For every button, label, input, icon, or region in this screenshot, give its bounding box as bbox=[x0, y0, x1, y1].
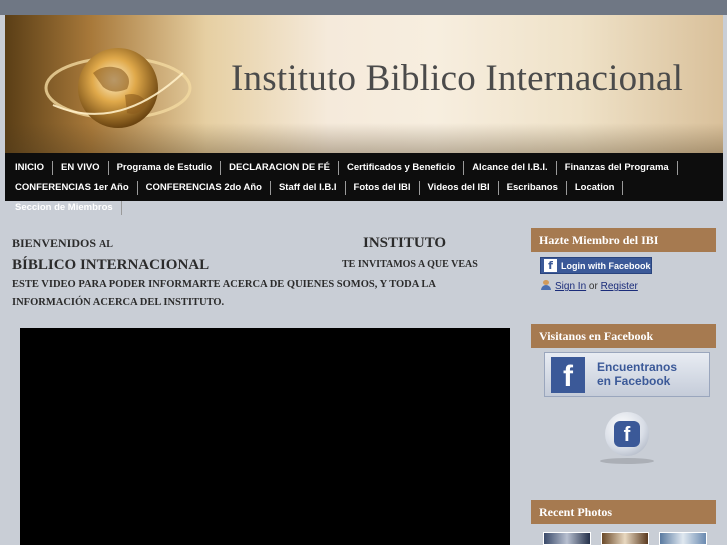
welcome-word-1: BIENVENIDOS bbox=[12, 236, 97, 250]
nav-item-certificados[interactable]: Certificados y Beneficio bbox=[343, 161, 465, 175]
member-heading: Hazte Miembro del IBI bbox=[531, 228, 716, 252]
recent-photo-thumbnail[interactable] bbox=[659, 532, 707, 545]
welcome-word-5: TE INVITAMOS A QUE VEAS bbox=[342, 259, 478, 270]
user-icon bbox=[541, 280, 551, 290]
welcome-word-3: INSTITUTO bbox=[363, 235, 447, 251]
welcome-line-7: INFORMACIÓN ACERCA DEL INSTITUTO. bbox=[12, 297, 225, 308]
recent-photo-thumbnail[interactable] bbox=[543, 532, 591, 545]
facebook-login-label: Login with Facebook bbox=[561, 261, 651, 271]
nav-item-conferencias-1er[interactable]: CONFERENCIAS 1er Año bbox=[11, 181, 138, 195]
nav-item-escribanos[interactable]: Escribanos bbox=[503, 181, 567, 195]
welcome-word-4: BÍBLICO INTERNACIONAL bbox=[12, 257, 210, 273]
sidebar-photos-section: Recent Photos bbox=[531, 500, 716, 524]
photos-heading: Recent Photos bbox=[531, 500, 716, 524]
facebook-login-button[interactable]: f Login with Facebook bbox=[540, 257, 652, 274]
nav-item-conferencias-2do[interactable]: CONFERENCIAS 2do Año bbox=[142, 181, 271, 195]
sidebar-member-section: Hazte Miembro del IBI bbox=[531, 228, 716, 252]
video-player[interactable] bbox=[20, 328, 510, 545]
facebook-banner-link[interactable]: f Encuentranos en Facebook bbox=[544, 352, 710, 397]
nav-item-staff[interactable]: Staff del I.B.I bbox=[275, 181, 346, 195]
facebook-icon: f bbox=[544, 259, 557, 272]
nav-item-location[interactable]: Location bbox=[571, 181, 624, 195]
facebook-round-icon: f bbox=[614, 421, 640, 447]
nav-item-fotos[interactable]: Fotos del IBI bbox=[350, 181, 420, 195]
site-title: Instituto Biblico Internacional bbox=[231, 58, 684, 99]
top-bar bbox=[0, 0, 727, 15]
welcome-line-6: ESTE VIDEO PARA PODER INFORMARTE ACERCA … bbox=[12, 279, 436, 290]
fb-banner-line-2: en Facebook bbox=[597, 374, 671, 388]
nav-item-en-vivo[interactable]: EN VIVO bbox=[57, 161, 109, 175]
main-navigation: INICIO EN VIVO Programa de Estudio DECLARAC… bbox=[5, 153, 723, 215]
nav-item-inicio[interactable]: INICIO bbox=[11, 161, 54, 175]
signin-links: Sign In or Register bbox=[541, 280, 638, 292]
welcome-word-2: AL bbox=[99, 239, 113, 250]
nav-item-videos[interactable]: Videos del IBI bbox=[424, 181, 499, 195]
facebook-round-button[interactable]: f bbox=[605, 412, 649, 456]
nav-item-finanzas[interactable]: Finanzas del Programa bbox=[561, 161, 678, 175]
fb-banner-line-1: Encuentranos bbox=[597, 360, 678, 374]
sign-in-link[interactable]: Sign In bbox=[555, 281, 586, 292]
facebook-heading: Visitanos en Facebook bbox=[531, 324, 716, 348]
nav-item-seccion-de-miembros[interactable]: Seccion de Miembros bbox=[11, 201, 122, 215]
site-header: Instituto Biblico Internacional bbox=[5, 15, 723, 153]
sidebar-facebook-section: Visitanos en Facebook bbox=[531, 324, 716, 348]
nav-item-programa-de-estudio[interactable]: Programa de Estudio bbox=[113, 161, 222, 175]
nav-item-declaracion-de-fe[interactable]: DECLARACION DE FÉ bbox=[225, 161, 339, 175]
recent-photo-thumbnail[interactable] bbox=[601, 532, 649, 545]
register-link[interactable]: Register bbox=[601, 281, 638, 292]
facebook-logo-icon: f bbox=[551, 357, 585, 393]
nav-item-alcance[interactable]: Alcance del I.B.I. bbox=[468, 161, 557, 175]
or-text: or bbox=[588, 281, 598, 292]
